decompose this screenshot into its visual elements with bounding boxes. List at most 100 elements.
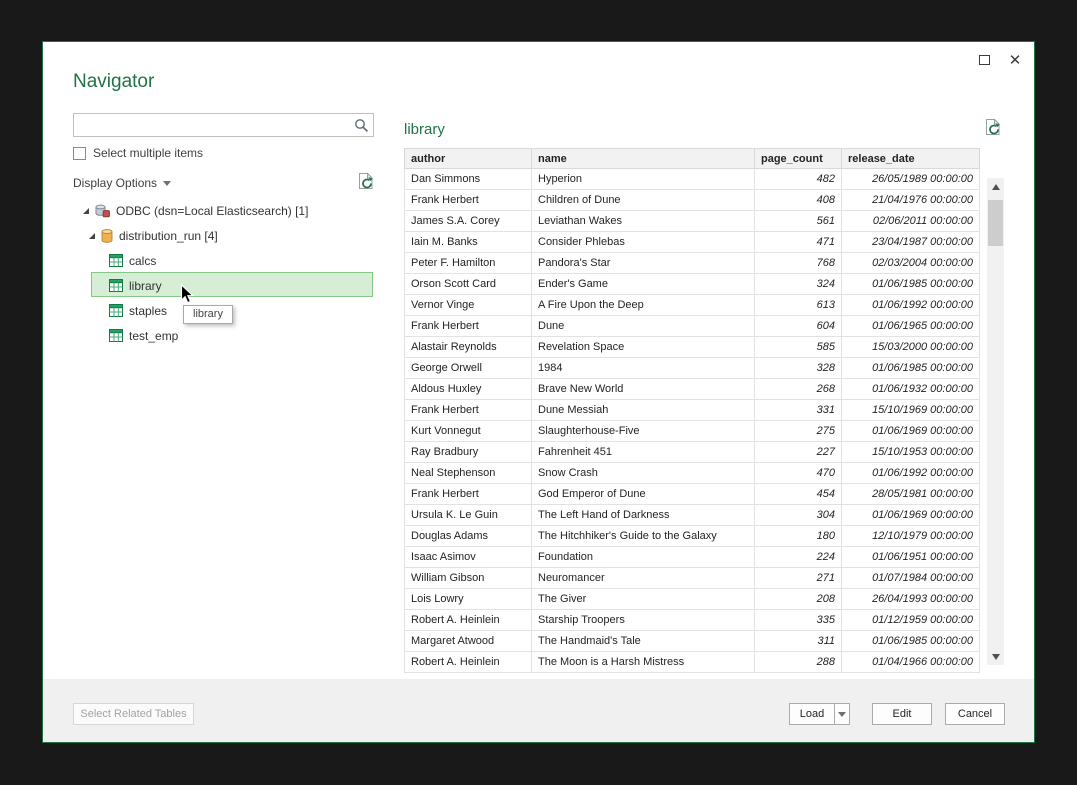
table-cell: The Handmaid's Tale: [532, 631, 755, 652]
column-header-release_date[interactable]: release_date: [842, 149, 980, 169]
table-cell: 01/12/1959 00:00:00: [842, 610, 980, 631]
chevron-down-icon[interactable]: [163, 181, 171, 186]
table-row[interactable]: Douglas AdamsThe Hitchhiker's Guide to t…: [405, 526, 980, 547]
table-cell: Frank Herbert: [405, 484, 532, 505]
select-multiple-label: Select multiple items: [93, 146, 203, 160]
table-row[interactable]: Robert A. HeinleinThe Moon is a Harsh Mi…: [405, 652, 980, 673]
table-cell: Snow Crash: [532, 463, 755, 484]
refresh-tree-button[interactable]: [358, 172, 375, 194]
tree-item-odbc-dsn-local-elasticsearch-1[interactable]: ODBC (dsn=Local Elasticsearch) [1]: [83, 200, 308, 221]
table-cell: Pandora's Star: [532, 253, 755, 274]
table-row[interactable]: Ursula K. Le GuinThe Left Hand of Darkne…: [405, 505, 980, 526]
column-header-page_count[interactable]: page_count: [755, 149, 842, 169]
column-header-name[interactable]: name: [532, 149, 755, 169]
preview-scrollbar[interactable]: [987, 178, 1004, 665]
scroll-down-button[interactable]: [987, 648, 1004, 665]
table-cell: 15/03/2000 00:00:00: [842, 337, 980, 358]
table-cell: 28/05/1981 00:00:00: [842, 484, 980, 505]
table-cell: Robert A. Heinlein: [405, 610, 532, 631]
display-options-dropdown[interactable]: Display Options: [73, 176, 157, 190]
table-cell: 1984: [532, 358, 755, 379]
close-button[interactable]: ✕: [1002, 49, 1028, 71]
expanded-arrow-icon[interactable]: [83, 208, 89, 214]
table-row[interactable]: Frank HerbertDune60401/06/1965 00:00:00: [405, 316, 980, 337]
tooltip: library: [183, 305, 233, 324]
search-input[interactable]: [74, 114, 347, 136]
scrollbar-thumb[interactable]: [988, 200, 1003, 246]
table-row[interactable]: Iain M. BanksConsider Phlebas47123/04/19…: [405, 232, 980, 253]
table-row[interactable]: Ray BradburyFahrenheit 45122715/10/1953 …: [405, 442, 980, 463]
table-row[interactable]: Orson Scott CardEnder's Game32401/06/198…: [405, 274, 980, 295]
tree-item-staples[interactable]: staples: [109, 300, 167, 321]
table-cell: Isaac Asimov: [405, 547, 532, 568]
table-row[interactable]: Neal StephensonSnow Crash47001/06/1992 0…: [405, 463, 980, 484]
search-box: [73, 113, 374, 137]
table-row[interactable]: Alastair ReynoldsRevelation Space58515/0…: [405, 337, 980, 358]
table-cell: James S.A. Corey: [405, 211, 532, 232]
table-row[interactable]: James S.A. CoreyLeviathan Wakes56102/06/…: [405, 211, 980, 232]
table-row[interactable]: Lois LowryThe Giver20826/04/1993 00:00:0…: [405, 589, 980, 610]
tree-item-test-emp[interactable]: test_emp: [109, 325, 178, 346]
column-header-author[interactable]: author: [405, 149, 532, 169]
scroll-up-button[interactable]: [987, 178, 1004, 195]
edit-button[interactable]: Edit: [872, 703, 932, 725]
search-icon[interactable]: [354, 118, 369, 138]
tree-item-label: test_emp: [129, 329, 178, 343]
table-row[interactable]: Robert A. HeinleinStarship Troopers33501…: [405, 610, 980, 631]
table-row[interactable]: Margaret AtwoodThe Handmaid's Tale31101/…: [405, 631, 980, 652]
table-cell: Ender's Game: [532, 274, 755, 295]
maximize-button[interactable]: [971, 49, 997, 71]
page-title: Navigator: [73, 71, 154, 93]
table-cell: 408: [755, 190, 842, 211]
table-cell: Fahrenheit 451: [532, 442, 755, 463]
tree-item-label: ODBC (dsn=Local Elasticsearch) [1]: [116, 204, 308, 218]
table-cell: 328: [755, 358, 842, 379]
table-cell: 02/06/2011 00:00:00: [842, 211, 980, 232]
table-row[interactable]: Frank HerbertChildren of Dune40821/04/19…: [405, 190, 980, 211]
table-row[interactable]: Frank HerbertDune Messiah33115/10/1969 0…: [405, 400, 980, 421]
table-row[interactable]: Aldous HuxleyBrave New World26801/06/193…: [405, 379, 980, 400]
table-cell: 01/06/1951 00:00:00: [842, 547, 980, 568]
expanded-arrow-icon[interactable]: [89, 233, 95, 239]
table-cell: 15/10/1953 00:00:00: [842, 442, 980, 463]
table-row[interactable]: William GibsonNeuromancer27101/07/1984 0…: [405, 568, 980, 589]
table-icon: [109, 329, 123, 342]
table-cell: 01/06/1992 00:00:00: [842, 463, 980, 484]
table-row[interactable]: George Orwell198432801/06/1985 00:00:00: [405, 358, 980, 379]
table-cell: Leviathan Wakes: [532, 211, 755, 232]
table-cell: 331: [755, 400, 842, 421]
tree-item-label: distribution_run [4]: [119, 229, 218, 243]
close-icon: ✕: [1009, 51, 1022, 69]
table-cell: 454: [755, 484, 842, 505]
odbc-source-icon: [95, 204, 110, 218]
chevron-down-icon: [838, 712, 846, 717]
table-cell: 01/06/1992 00:00:00: [842, 295, 980, 316]
select-related-tables-button[interactable]: Select Related Tables: [73, 703, 194, 725]
refresh-preview-button[interactable]: [985, 118, 1002, 142]
table-cell: 26/05/1989 00:00:00: [842, 169, 980, 190]
table-row[interactable]: Isaac AsimovFoundation22401/06/1951 00:0…: [405, 547, 980, 568]
tree-item-calcs[interactable]: calcs: [109, 250, 156, 271]
table-cell: 02/03/2004 00:00:00: [842, 253, 980, 274]
load-button[interactable]: Load: [789, 703, 835, 725]
tree-item-distribution-run-4[interactable]: distribution_run [4]: [89, 225, 218, 246]
table-cell: 275: [755, 421, 842, 442]
table-cell: 01/06/1985 00:00:00: [842, 358, 980, 379]
table-icon: [109, 279, 123, 292]
cancel-button[interactable]: Cancel: [945, 703, 1005, 725]
tree-item-library[interactable]: library: [109, 275, 162, 296]
table-row[interactable]: Peter F. HamiltonPandora's Star76802/03/…: [405, 253, 980, 274]
table-row[interactable]: Vernor VingeA Fire Upon the Deep61301/06…: [405, 295, 980, 316]
arrow-up-icon: [992, 184, 1000, 190]
table-cell: 01/04/1966 00:00:00: [842, 652, 980, 673]
table-row[interactable]: Dan SimmonsHyperion48226/05/1989 00:00:0…: [405, 169, 980, 190]
table-cell: 01/06/1965 00:00:00: [842, 316, 980, 337]
table-cell: Alastair Reynolds: [405, 337, 532, 358]
table-row[interactable]: Kurt VonnegutSlaughterhouse-Five27501/06…: [405, 421, 980, 442]
table-cell: Consider Phlebas: [532, 232, 755, 253]
table-row[interactable]: Frank HerbertGod Emperor of Dune45428/05…: [405, 484, 980, 505]
table-cell: Brave New World: [532, 379, 755, 400]
load-dropdown-button[interactable]: [834, 703, 850, 725]
select-multiple-checkbox[interactable]: [73, 147, 86, 160]
table-cell: Douglas Adams: [405, 526, 532, 547]
